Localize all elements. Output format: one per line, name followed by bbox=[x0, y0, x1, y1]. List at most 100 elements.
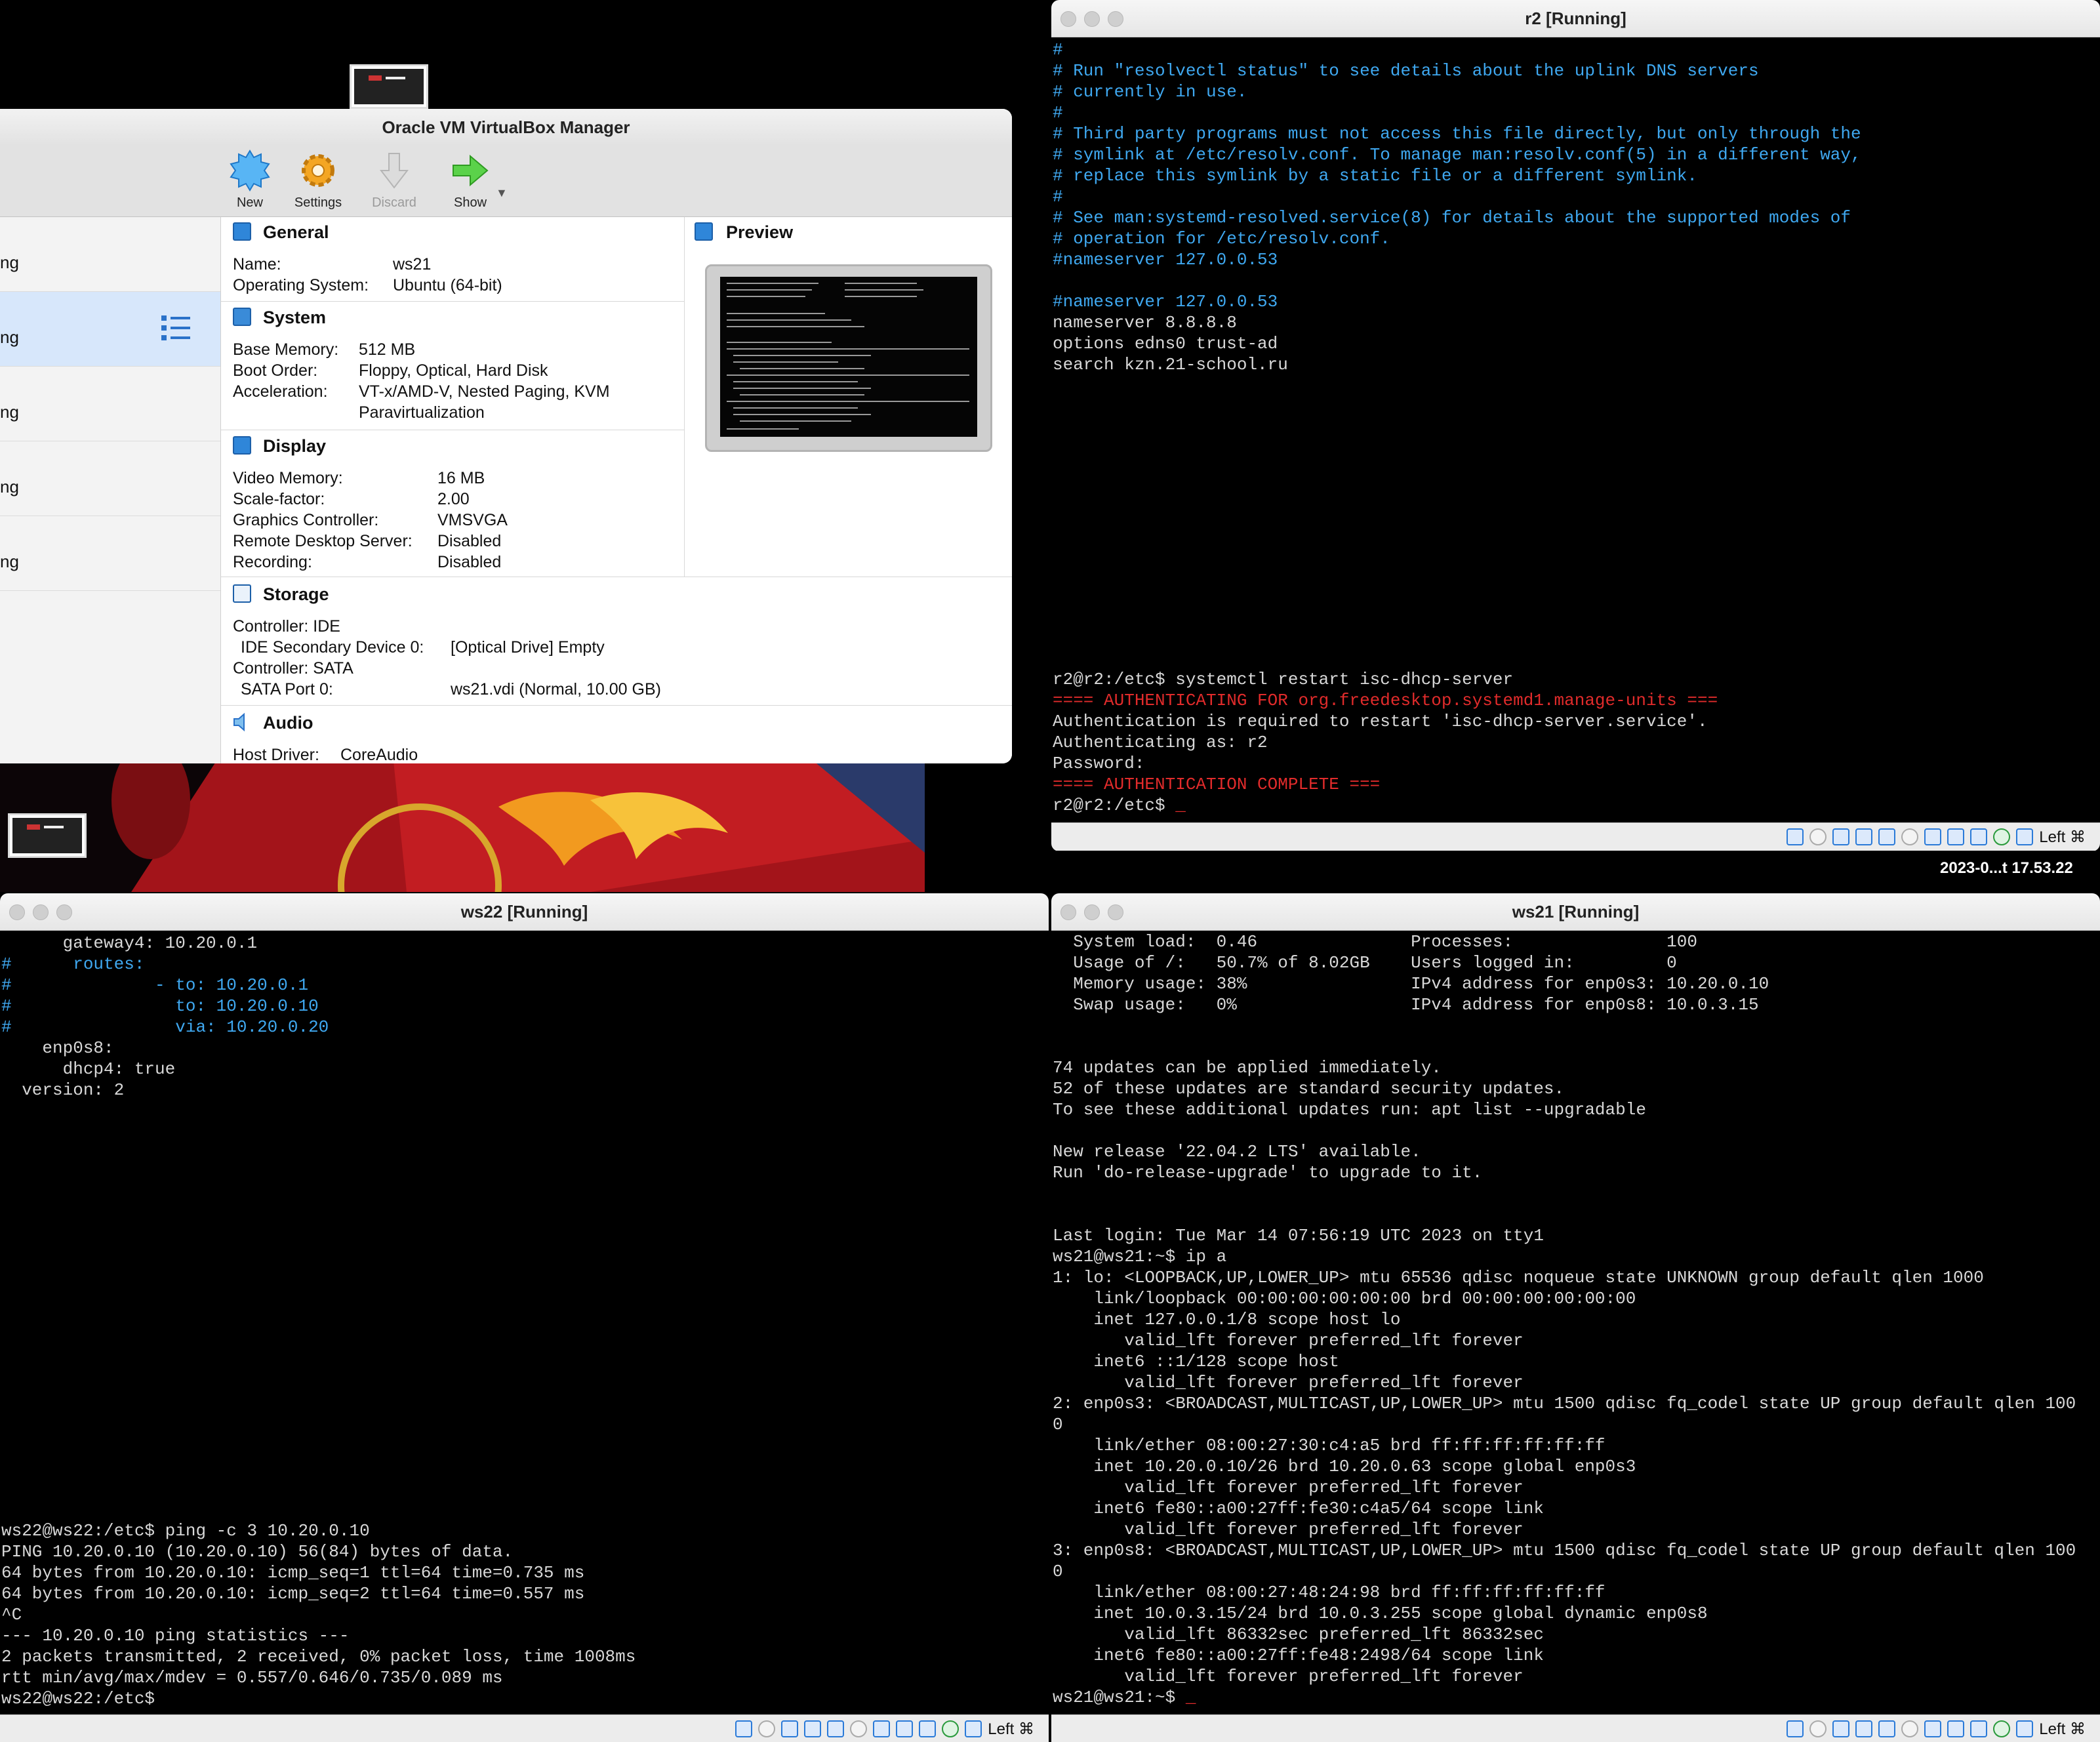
shared-folders-icon[interactable] bbox=[1901, 828, 1919, 845]
minimize-button[interactable] bbox=[1084, 904, 1100, 920]
discard-arrow-icon bbox=[379, 153, 409, 189]
vm-list-item[interactable]: ng bbox=[0, 441, 220, 516]
os-value: Ubuntu (64-bit) bbox=[393, 276, 502, 294]
show-dropdown-icon[interactable]: ▼ bbox=[496, 186, 508, 200]
display-status-icon[interactable] bbox=[1924, 1720, 1942, 1737]
host-key-label: Left ⌘ bbox=[988, 1720, 1034, 1738]
settings-button[interactable]: Settings bbox=[282, 150, 354, 211]
keyboard-capture-icon[interactable] bbox=[2016, 1720, 2034, 1737]
vt-x-icon[interactable] bbox=[1970, 1720, 1988, 1737]
audio-status-icon[interactable] bbox=[1832, 828, 1850, 845]
divider bbox=[221, 705, 1012, 706]
terminal-line: enp0s8: bbox=[1, 1038, 114, 1058]
audio-heading[interactable]: Audio bbox=[263, 713, 313, 733]
acceleration-value-2: Paravirtualization bbox=[359, 403, 485, 422]
ws21-titlebar[interactable]: ws21 [Running] bbox=[1051, 893, 2100, 931]
display-status-icon[interactable] bbox=[1924, 828, 1942, 845]
system-heading[interactable]: System bbox=[263, 308, 326, 328]
ide-device-value: [Optical Drive] Empty bbox=[451, 638, 605, 657]
hard-disk-icon[interactable] bbox=[1787, 828, 1804, 845]
terminal-line: # via: 10.20.0.20 bbox=[1, 1017, 329, 1037]
general-heading[interactable]: General bbox=[263, 222, 329, 243]
zoom-button[interactable] bbox=[1108, 904, 1123, 920]
display-heading[interactable]: Display bbox=[263, 436, 326, 456]
usb-icon[interactable] bbox=[1878, 1720, 1896, 1737]
ws21-terminal[interactable]: System load: 0.46 Processes: 100 Usage o… bbox=[1051, 931, 2100, 1713]
wallpaper-art bbox=[0, 761, 925, 892]
optical-drive-icon[interactable] bbox=[1809, 1720, 1827, 1737]
recording-icon[interactable] bbox=[1947, 828, 1965, 845]
r2-titlebar[interactable]: r2 [Running] bbox=[1051, 0, 2100, 37]
vt-x-icon[interactable] bbox=[1970, 828, 1988, 845]
close-button[interactable] bbox=[1060, 904, 1076, 920]
recording-icon[interactable] bbox=[896, 1720, 914, 1737]
ws22-terminal[interactable]: gateway4: 10.20.0.1 # routes: # - to: 10.2… bbox=[0, 933, 1049, 1713]
desktop-wallpaper bbox=[0, 761, 925, 892]
mouse-integration-icon[interactable] bbox=[1993, 1720, 2011, 1737]
close-button[interactable] bbox=[1060, 11, 1076, 27]
hard-disk-icon[interactable] bbox=[735, 1720, 753, 1737]
desktop-thumbnail[interactable] bbox=[350, 64, 428, 109]
vm-list-item-selected[interactable]: ng bbox=[0, 292, 220, 367]
mouse-integration-icon[interactable] bbox=[942, 1720, 959, 1737]
vm-list-item[interactable]: ng bbox=[0, 217, 220, 292]
terminal-line: nameserver 8.8.8.8 bbox=[1053, 313, 1237, 333]
desktop-thumbnail[interactable] bbox=[8, 813, 87, 858]
terminal-line: # Third party programs must not access t… bbox=[1053, 124, 1861, 144]
os-label: Operating System: bbox=[233, 276, 369, 294]
r2-terminal[interactable]: # # Run "resolvectl status" to see detail… bbox=[1051, 39, 2100, 821]
network-icon[interactable] bbox=[804, 1720, 822, 1737]
usb-icon[interactable] bbox=[1878, 828, 1896, 845]
vbox-titlebar[interactable]: Oracle VM VirtualBox Manager bbox=[0, 109, 1012, 146]
minimize-button[interactable] bbox=[1084, 11, 1100, 27]
close-button[interactable] bbox=[9, 904, 25, 920]
zoom-button[interactable] bbox=[56, 904, 72, 920]
audio-status-icon[interactable] bbox=[1832, 1720, 1850, 1737]
terminal-line: ws21@ws21:~$ _ bbox=[1053, 1688, 1196, 1707]
keyboard-capture-icon[interactable] bbox=[2016, 828, 2034, 845]
storage-icon bbox=[233, 584, 251, 603]
usb-icon[interactable] bbox=[827, 1720, 845, 1737]
shared-folders-icon[interactable] bbox=[850, 1720, 868, 1737]
terminal-line: 3: enp0s8: <BROADCAST,MULTICAST,UP,LOWER… bbox=[1053, 1541, 2076, 1560]
terminal-line: rtt min/avg/max/mdev = 0.557/0.646/0.735… bbox=[1, 1668, 503, 1688]
host-driver-value: CoreAudio bbox=[340, 746, 418, 763]
display-status-icon[interactable] bbox=[873, 1720, 891, 1737]
discard-button[interactable]: Discard bbox=[358, 150, 430, 211]
recording-icon[interactable] bbox=[1947, 1720, 1965, 1737]
terminal-line: inet 10.20.0.10/26 brd 10.20.0.63 scope … bbox=[1053, 1457, 1636, 1476]
keyboard-capture-icon[interactable] bbox=[965, 1720, 982, 1737]
network-icon[interactable] bbox=[1855, 828, 1873, 845]
audio-status-icon[interactable] bbox=[781, 1720, 799, 1737]
remote-desktop-label: Remote Desktop Server: bbox=[233, 532, 413, 550]
storage-heading[interactable]: Storage bbox=[263, 584, 329, 605]
host-driver-label: Host Driver: bbox=[233, 746, 319, 763]
vm-list-item[interactable]: ng bbox=[0, 516, 220, 591]
optical-drive-icon[interactable] bbox=[1809, 828, 1827, 845]
hard-disk-icon[interactable] bbox=[1787, 1720, 1804, 1737]
vm-list-item-label: ng bbox=[0, 402, 19, 422]
optical-drive-icon[interactable] bbox=[758, 1720, 776, 1737]
new-button[interactable]: New bbox=[214, 150, 286, 211]
zoom-button[interactable] bbox=[1108, 11, 1123, 27]
ws22-titlebar[interactable]: ws22 [Running] bbox=[0, 893, 1049, 931]
terminal-line: 64 bytes from 10.20.0.10: icmp_seq=1 ttl… bbox=[1, 1563, 585, 1583]
shared-folders-icon[interactable] bbox=[1901, 1720, 1919, 1737]
vt-x-icon[interactable] bbox=[919, 1720, 937, 1737]
terminal-line: inet 10.0.3.15/24 brd 10.0.3.255 scope g… bbox=[1053, 1604, 1708, 1623]
network-icon[interactable] bbox=[1855, 1720, 1873, 1737]
details-menu-icon[interactable] bbox=[160, 312, 193, 344]
vm-list-item-label: ng bbox=[0, 552, 19, 571]
mouse-integration-icon[interactable] bbox=[1993, 828, 2011, 845]
minimize-button[interactable] bbox=[33, 904, 49, 920]
preview-heading[interactable]: Preview bbox=[726, 222, 793, 243]
terminal-line: # bbox=[1053, 40, 1063, 60]
vm-list-item[interactable]: ng bbox=[0, 367, 220, 441]
show-button[interactable]: Show bbox=[434, 150, 506, 211]
